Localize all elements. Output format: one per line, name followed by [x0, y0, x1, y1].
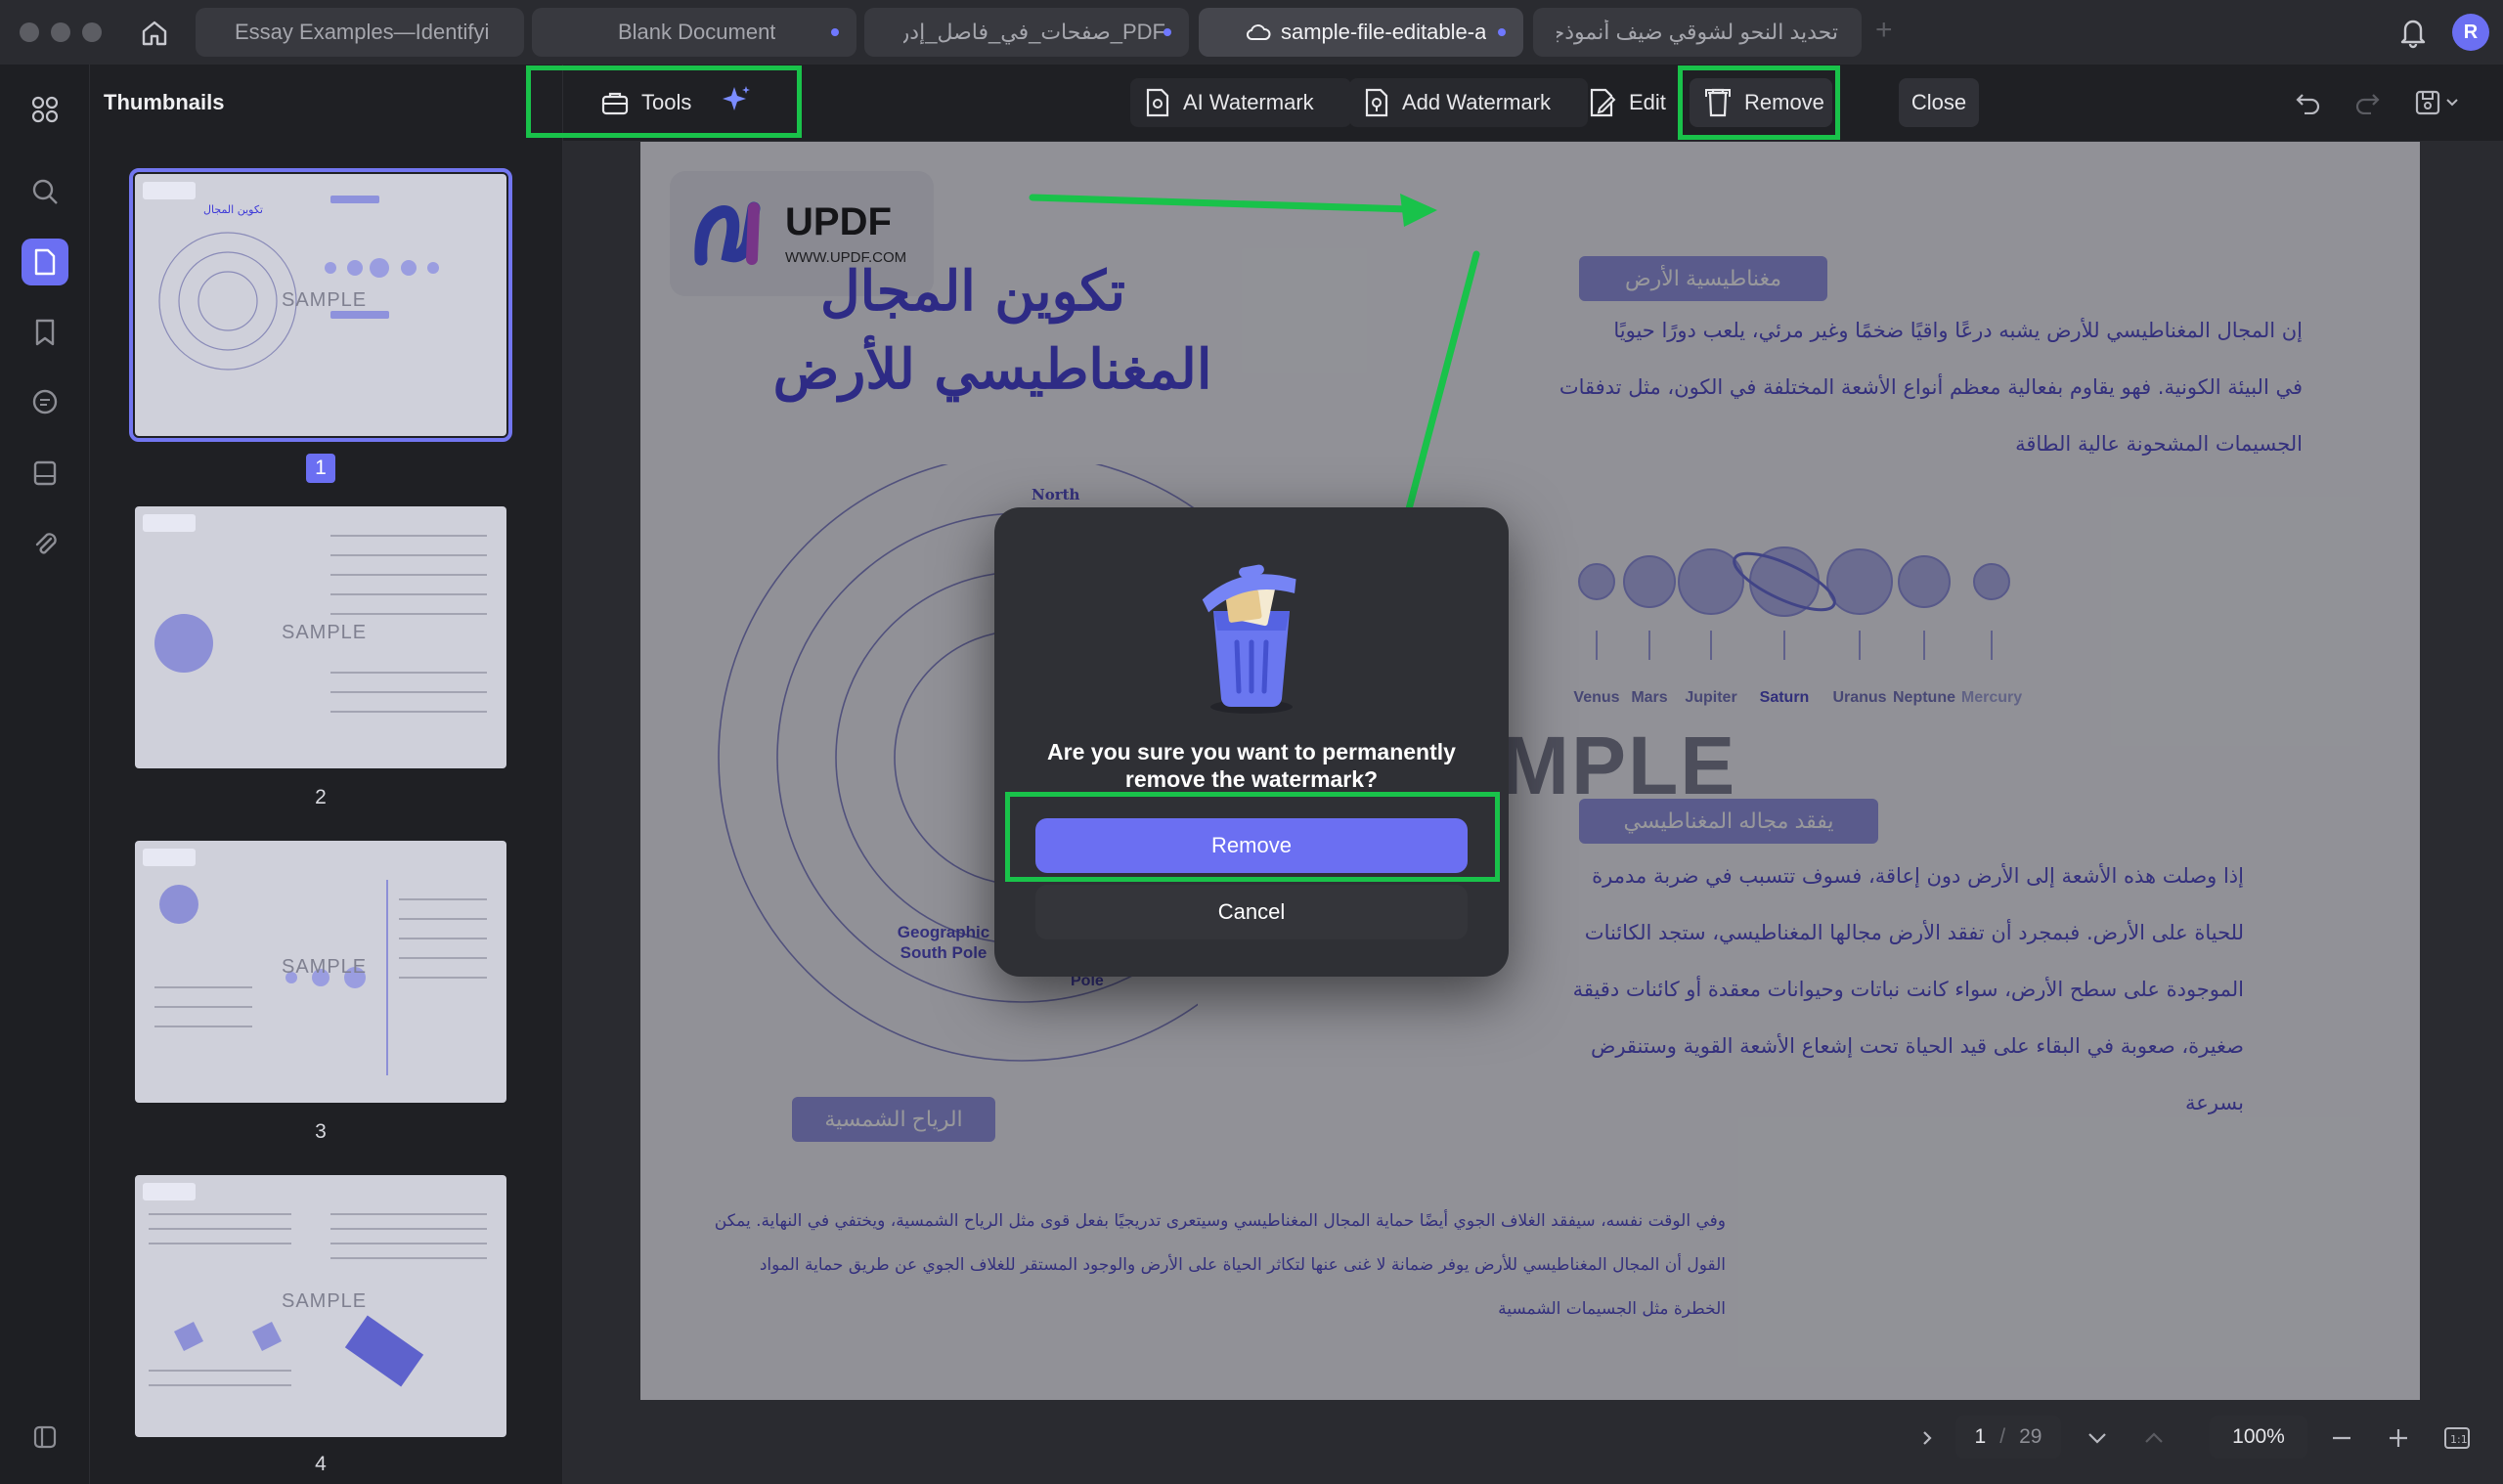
cancel-button[interactable]: Cancel — [1035, 885, 1468, 939]
thumbnail-heading — [330, 311, 389, 319]
thumbnail-page-number: 2 — [315, 786, 327, 808]
grid-icon[interactable] — [22, 86, 68, 133]
redo-icon[interactable] — [2350, 86, 2384, 119]
thumbnail-watermark: SAMPLE — [282, 1290, 368, 1312]
thumbnail-watermark: SAMPLE — [282, 956, 368, 978]
add-watermark-label: Add Watermark — [1402, 90, 1552, 114]
svg-text:تكوين المجال: تكوين المجال — [203, 203, 263, 216]
window-minimize-button[interactable] — [51, 22, 70, 42]
title-bar: Essay Examples—Identifyi Blank Document … — [0, 0, 2503, 65]
attachment-icon[interactable] — [22, 520, 68, 567]
tab-essay-examples[interactable]: Essay Examples—Identifyi — [196, 8, 524, 57]
comment-icon[interactable] — [22, 379, 68, 426]
total-pages: 29 — [2019, 1425, 2042, 1448]
thumbnail-page-number: 4 — [315, 1453, 327, 1475]
thumbnails-panel: Thumbnails تكوين المجال SAMPLE 1 SAMPLE … — [90, 65, 563, 1484]
zoom-level[interactable]: 100% — [2210, 1416, 2307, 1459]
home-icon[interactable] — [137, 16, 172, 51]
thumbnail-page-number: 3 — [315, 1120, 327, 1143]
thumbnails-icon[interactable] — [22, 239, 68, 285]
tab-insert-page-break[interactable]: PDF_صفحات_في_فاصل_إدراج — [864, 8, 1189, 57]
unsaved-dot — [1164, 28, 1171, 36]
remove-highlight-box — [1678, 65, 1840, 140]
zoom-out-icon[interactable] — [2325, 1421, 2358, 1455]
tab-label: تحديد النحو لشوقي ضيف أنموذجا — [1557, 20, 1838, 44]
save-icon[interactable] — [2411, 86, 2444, 119]
bookmark-icon[interactable] — [22, 309, 68, 356]
actual-size-icon[interactable]: 1:1 — [2440, 1421, 2474, 1455]
edit-label: Edit — [1629, 90, 1666, 114]
bell-icon[interactable] — [2397, 14, 2431, 51]
undo-icon[interactable] — [2292, 86, 2325, 119]
window-close-button[interactable] — [20, 22, 39, 42]
chevron-right-icon[interactable] — [1910, 1421, 1944, 1455]
edit-watermark-button[interactable]: Edit — [1574, 78, 1684, 127]
thumbnail-page-1[interactable]: تكوين المجال SAMPLE — [129, 168, 512, 442]
tab-arabic-grammar[interactable]: تحديد النحو لشوقي ضيف أنموذجا — [1533, 8, 1862, 57]
tab-label: sample-file-editable-a — [1281, 20, 1487, 44]
confirm-highlight-box — [1005, 792, 1500, 882]
panel-title: Thumbnails — [104, 90, 225, 114]
tools-highlight-box — [526, 65, 802, 138]
chevron-down-icon[interactable] — [2440, 86, 2464, 119]
zoom-in-icon[interactable] — [2382, 1421, 2415, 1455]
close-label: Close — [1910, 90, 1967, 114]
thumbnail-page-number: 1 — [306, 454, 335, 483]
window-zoom-button[interactable] — [82, 22, 102, 42]
modal-backdrop — [640, 142, 2420, 1400]
add-watermark-button[interactable]: Add Watermark — [1349, 78, 1588, 127]
add-watermark-icon — [1365, 88, 1388, 117]
ai-watermark-icon — [1146, 88, 1169, 117]
next-page-icon[interactable] — [2081, 1421, 2114, 1455]
remove-watermark-dialog: Are you sure you want to permanently rem… — [994, 507, 1509, 977]
thumbnail-watermark: SAMPLE — [282, 289, 368, 311]
cloud-icon — [1246, 24, 1271, 40]
previous-page-icon[interactable] — [2137, 1421, 2171, 1455]
tab-label: PDF_صفحات_في_فاصل_إدراج — [903, 20, 1165, 44]
current-page[interactable]: 1 — [1975, 1425, 1987, 1449]
thumbnail-page-4[interactable]: SAMPLE — [135, 1175, 506, 1437]
toolbar: Tools AI Watermark Add Watermark Edit Re… — [563, 65, 2503, 141]
svg-text:1:1: 1:1 — [2450, 1433, 2468, 1446]
ai-watermark-button[interactable]: AI Watermark — [1130, 78, 1351, 127]
sidebar-toggle-icon[interactable] — [22, 1414, 68, 1461]
page-indicator[interactable]: 1 / 29 — [1955, 1416, 2061, 1459]
thumbnail-heading — [330, 196, 379, 203]
unsaved-dot — [831, 28, 839, 36]
tab-label: Essay Examples—Identifyi — [235, 20, 490, 44]
ai-watermark-label: AI Watermark — [1183, 90, 1314, 114]
tab-blank-document[interactable]: Blank Document — [532, 8, 856, 57]
dialog-question: Are you sure you want to permanently rem… — [1047, 739, 1456, 792]
page-separator: / — [1999, 1425, 2006, 1448]
edit-icon — [1590, 88, 1616, 117]
stamp-icon[interactable] — [22, 450, 68, 497]
search-icon[interactable] — [22, 168, 68, 215]
unsaved-dot — [1498, 28, 1506, 36]
tab-sample-file-editable[interactable]: sample-file-editable-a — [1199, 8, 1523, 57]
left-rail — [0, 65, 90, 1484]
thumbnail-watermark: SAMPLE — [282, 622, 368, 643]
add-tab-button[interactable]: + — [1875, 14, 1893, 47]
trash-icon — [1202, 564, 1296, 714]
thumbnail-page-3[interactable]: SAMPLE — [135, 841, 506, 1103]
close-watermark-button[interactable]: Close — [1899, 78, 1979, 127]
avatar[interactable]: R — [2452, 14, 2489, 51]
thumbnail-page-2[interactable]: SAMPLE — [135, 506, 506, 768]
tab-label: Blank Document — [618, 20, 776, 44]
